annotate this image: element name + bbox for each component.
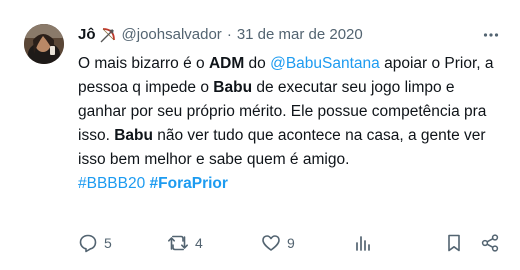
avatar[interactable] (24, 24, 64, 64)
reply-button[interactable]: 5 (78, 231, 112, 255)
tweet-date[interactable]: 31 de mar de 2020 (237, 24, 363, 46)
tweet[interactable]: Jô @joohsalvador · 31 de mar de 2020 O m… (0, 0, 520, 270)
like-button[interactable]: 9 (261, 231, 295, 255)
author-name[interactable]: Jô (78, 24, 96, 46)
mention-link[interactable]: @BabuSantana (270, 55, 380, 72)
text-bold-babu: Babu (114, 127, 153, 144)
tweet-content: Jô @joohsalvador · 31 de mar de 2020 O m… (78, 24, 502, 196)
reply-count: 5 (104, 235, 112, 251)
separator-dot: · (226, 26, 232, 43)
bookmark-button[interactable] (444, 231, 464, 255)
text-bold-adm: ADM (208, 55, 245, 72)
retweet-count: 4 (195, 235, 203, 251)
tweet-header: Jô @joohsalvador · 31 de mar de 2020 (78, 24, 502, 46)
text-bold-babu: Babu (213, 79, 253, 96)
hashtag-link[interactable]: #BBBB20 (78, 175, 145, 192)
text-segment: O mais bizarro é o (78, 55, 209, 72)
author-handle[interactable]: @joohsalvador (122, 24, 222, 46)
bar-chart-icon (353, 233, 373, 253)
text-segment: do (244, 55, 271, 72)
tweet-text: O mais bizarro é o ADM do @BabuSantana a… (78, 52, 502, 196)
tweet-actions: 5 4 9 (78, 231, 502, 255)
more-options-icon[interactable] (480, 24, 502, 46)
heart-icon (261, 233, 281, 253)
retweet-button[interactable]: 4 (167, 231, 203, 255)
like-count: 9 (287, 235, 295, 251)
share-button[interactable] (480, 231, 500, 255)
bookmark-icon (444, 233, 464, 253)
views-button[interactable] (353, 231, 373, 255)
bow-and-arrow-icon (99, 26, 117, 44)
share-icon (480, 233, 500, 253)
reply-icon (78, 233, 98, 253)
hashtag-link[interactable]: #ForaPrior (150, 175, 228, 192)
retweet-icon (167, 233, 189, 253)
